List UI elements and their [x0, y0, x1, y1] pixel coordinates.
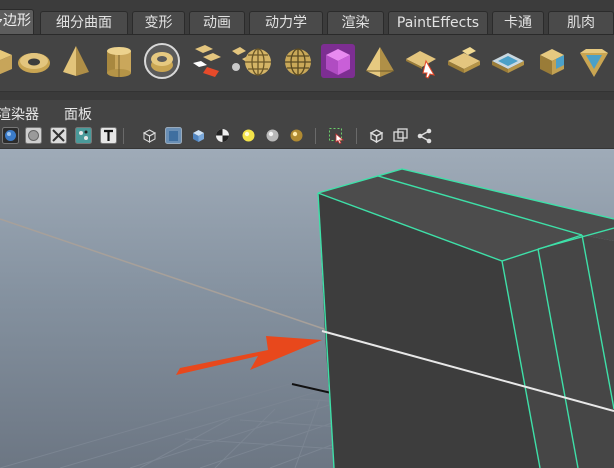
- shelf-tab-bar: 多边形 细分曲面 变形 动画 动力学 渲染 PaintEffects 卡通 肌肉: [0, 0, 614, 35]
- gold-sphere-icon[interactable]: [288, 127, 305, 144]
- pyramid-icon[interactable]: [360, 41, 400, 81]
- plane-arrow-icon[interactable]: [402, 41, 442, 81]
- grey-sphere-icon[interactable]: [264, 127, 281, 144]
- frame-icon[interactable]: [392, 127, 409, 144]
- share-nodes-icon[interactable]: [416, 127, 433, 144]
- toolbar-separator: [315, 128, 316, 144]
- checker-ball-icon[interactable]: [214, 127, 231, 144]
- tab-subdiv[interactable]: 细分曲面: [40, 11, 128, 34]
- tab-muscle[interactable]: 肌肉: [548, 11, 614, 34]
- menu-renderer[interactable]: 渲染器: [0, 104, 39, 124]
- panel-menu-bar: 渲染器 面板: [0, 100, 614, 124]
- text-icon[interactable]: [100, 127, 117, 144]
- tab-polygons[interactable]: 多边形: [0, 9, 34, 34]
- wire-cube-icon[interactable]: [141, 127, 158, 144]
- texture-icon[interactable]: [75, 127, 92, 144]
- tab-paint-effects[interactable]: PaintEffects: [388, 11, 488, 34]
- guide-line: [0, 218, 331, 332]
- 3d-viewport[interactable]: [0, 149, 614, 468]
- isolate-cube-icon[interactable]: [368, 127, 385, 144]
- checker-icon[interactable]: [50, 127, 67, 144]
- toolbar-separator: [356, 128, 357, 144]
- shaded-cube-icon[interactable]: [190, 127, 207, 144]
- pipe-icon[interactable]: [142, 41, 182, 81]
- tab-rendering[interactable]: 渲染: [327, 11, 384, 34]
- torus-icon[interactable]: [14, 41, 54, 81]
- bevel-icon[interactable]: [488, 41, 528, 81]
- tab-dynamics[interactable]: 动力学: [249, 11, 323, 34]
- select-region-icon[interactable]: [328, 127, 345, 144]
- tab-toon[interactable]: 卡通: [492, 11, 544, 34]
- prism-icon[interactable]: [574, 41, 614, 81]
- viewport-toolbar: [0, 124, 614, 149]
- tab-animation[interactable]: 动画: [189, 11, 245, 34]
- combine-icon[interactable]: [185, 41, 225, 81]
- cone-icon[interactable]: [56, 41, 96, 81]
- light-bulb-icon[interactable]: [240, 127, 257, 144]
- extrude-icon[interactable]: [532, 41, 572, 81]
- sphere-wire-icon[interactable]: [278, 41, 318, 81]
- plane-icon[interactable]: [444, 41, 484, 81]
- purple-cube-icon[interactable]: [318, 41, 358, 81]
- tab-deform[interactable]: 变形: [132, 11, 185, 34]
- sphere-shade-icon[interactable]: [2, 127, 19, 144]
- sphere-icon[interactable]: [238, 41, 278, 81]
- shelf: [0, 35, 614, 91]
- cylinder-icon[interactable]: [99, 41, 139, 81]
- toolbar-separator: [123, 128, 124, 144]
- circle-icon[interactable]: [25, 127, 42, 144]
- red-arrow: [176, 336, 322, 375]
- smooth-cube-icon[interactable]: [165, 127, 182, 144]
- viewport-scene: [0, 168, 614, 468]
- menu-panels[interactable]: 面板: [64, 104, 92, 124]
